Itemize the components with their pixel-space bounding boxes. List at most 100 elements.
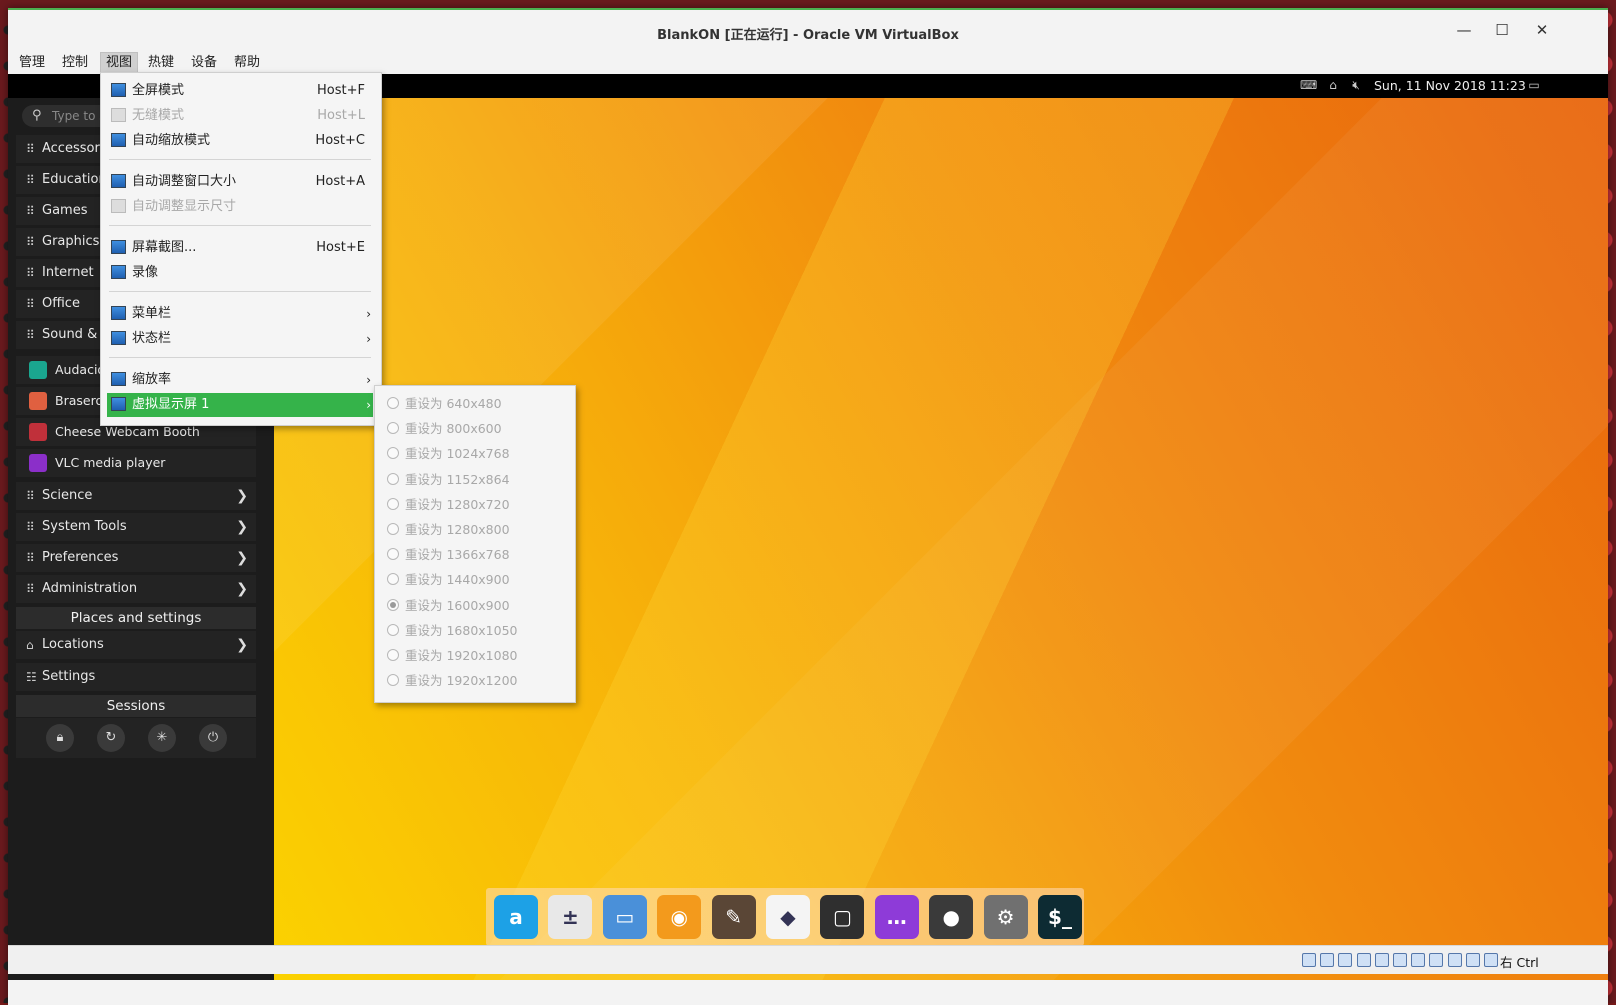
chat-icon[interactable]: … xyxy=(874,895,919,939)
cheese-icon xyxy=(29,423,47,441)
status-device-icon[interactable] xyxy=(1411,953,1426,967)
clock[interactable]: Sun, 11 Nov 2018 11:23 xyxy=(1374,78,1526,93)
home-icon[interactable]: ⌂ xyxy=(1325,78,1341,92)
scaled-mode-icon xyxy=(111,133,126,147)
resolution-option[interactable]: 重设为 1280x800 xyxy=(381,518,569,542)
gimp-icon[interactable]: ✎ xyxy=(711,895,756,939)
power-icon[interactable]: ⏻ xyxy=(199,724,227,752)
status-device-icon[interactable] xyxy=(1320,953,1335,967)
locations-item[interactable]: ⌂ Locations ❯ xyxy=(16,631,256,659)
category-preferences[interactable]: ⠿ Preferences ❯ xyxy=(16,544,256,572)
resolution-option[interactable]: 重设为 1152x864 xyxy=(381,468,569,492)
category-label: System Tools xyxy=(42,519,127,534)
chevron-right-icon: ❯ xyxy=(236,519,248,535)
screenshot-icon[interactable]: ● xyxy=(929,895,974,939)
menu-label: 虚拟显示屏 1 xyxy=(132,397,210,412)
minimize-button[interactable]: — xyxy=(1444,18,1484,42)
category-science[interactable]: ⠿ Science ❯ xyxy=(16,482,256,510)
menu-label: 自动缩放模式 xyxy=(132,133,211,148)
resolution-label: 重设为 1366x768 xyxy=(405,547,510,563)
menu-statusbar[interactable]: 状态栏 › xyxy=(107,327,373,351)
resolution-option[interactable]: 重设为 1440x900 xyxy=(381,568,569,592)
maximize-button[interactable]: ☐ xyxy=(1482,18,1522,42)
resolution-option[interactable]: 重设为 1920x1200 xyxy=(381,669,569,693)
status-device-icon[interactable] xyxy=(1447,953,1462,967)
suspend-icon[interactable]: ✳ xyxy=(148,724,176,752)
menu-screenshot[interactable]: 屏幕截图... Host+E xyxy=(107,236,373,260)
keyboard-icon[interactable]: ⌨ xyxy=(1300,78,1317,92)
calculator-icon[interactable]: ± xyxy=(548,895,593,939)
grid-icon: ⠿ xyxy=(26,235,35,249)
menu-separator xyxy=(109,357,371,358)
category-label: Preferences xyxy=(42,550,119,565)
resolution-label: 重设为 800x600 xyxy=(405,421,502,437)
category-administration[interactable]: ⠿ Administration ❯ xyxy=(16,575,256,603)
menu-scale-factor[interactable]: 缩放率 › xyxy=(107,368,373,392)
volume-muted-icon[interactable]: 🔇︎ xyxy=(1348,78,1364,92)
status-device-icon[interactable] xyxy=(1338,953,1353,967)
app-center-icon[interactable]: a xyxy=(494,895,538,939)
chevron-right-icon: ❯ xyxy=(236,637,248,653)
files-icon[interactable]: ▭ xyxy=(602,895,647,939)
inkscape-icon[interactable]: ◆ xyxy=(766,895,810,939)
menu-control[interactable]: 控制 xyxy=(57,53,93,73)
refresh-icon[interactable]: ↻ xyxy=(97,724,125,752)
menu-fullscreen[interactable]: 全屏模式 Host+F xyxy=(107,79,373,103)
status-device-icon[interactable] xyxy=(1393,953,1407,967)
radio-icon xyxy=(387,447,399,460)
resolution-option[interactable]: 重设为 1680x1050 xyxy=(381,619,569,643)
menubar-icon xyxy=(111,306,126,320)
system-settings-icon[interactable]: ⚙ xyxy=(983,895,1028,939)
menu-scaled[interactable]: 自动缩放模式 Host+C xyxy=(107,129,373,153)
status-device-icon[interactable] xyxy=(1465,953,1480,967)
menu-label: 自动调整显示尺寸 xyxy=(132,199,237,214)
locations-label: Locations xyxy=(42,637,104,652)
resolution-option[interactable]: 重设为 1600x900 xyxy=(381,594,569,618)
resolution-option[interactable]: 重设为 1920x1080 xyxy=(381,644,569,668)
libreoffice-icon[interactable]: ▢ xyxy=(820,895,865,939)
status-device-icon[interactable] xyxy=(1484,953,1498,967)
terminal-icon[interactable]: $_ xyxy=(1038,895,1082,939)
resolution-label: 重设为 1440x900 xyxy=(405,572,510,588)
statusbar-icon xyxy=(111,331,126,345)
menu-label: 全屏模式 xyxy=(132,83,185,98)
status-device-icon[interactable] xyxy=(1356,953,1371,967)
menu-devices[interactable]: 设备 xyxy=(186,53,222,73)
status-device-icon[interactable] xyxy=(1429,953,1444,967)
menu-adjust-window[interactable]: 自动调整窗口大小 Host+A xyxy=(107,170,373,194)
audacious-icon xyxy=(29,361,47,379)
resolution-option[interactable]: 重设为 1366x768 xyxy=(381,543,569,567)
menu-help[interactable]: 帮助 xyxy=(229,53,265,73)
radio-icon xyxy=(387,422,399,435)
dock: a ± ▭ ◉ ✎ ◆ ▢… ● ⚙ $_ xyxy=(486,888,1084,946)
radio-icon xyxy=(387,472,399,485)
firefox-icon[interactable]: ◉ xyxy=(657,895,702,939)
menu-hotkeys[interactable]: 热键 xyxy=(143,53,179,73)
lock-icon[interactable]: 🔒︎ xyxy=(46,724,74,752)
resolution-option[interactable]: 重设为 1024x768 xyxy=(381,442,569,466)
app-vlc[interactable]: VLC media player xyxy=(16,449,256,477)
menu-separator xyxy=(109,225,371,226)
menu-menubar[interactable]: 菜单栏 › xyxy=(107,302,373,326)
status-device-icon[interactable] xyxy=(1302,953,1316,967)
resolution-option[interactable]: 重设为 640x480 xyxy=(381,392,569,416)
vlc-icon xyxy=(29,454,47,472)
menu-machine[interactable]: 管理 xyxy=(14,53,50,73)
status-device-icon[interactable] xyxy=(1374,953,1389,967)
search-icon: ⚲ xyxy=(32,108,42,123)
menu-virtual-screen-1[interactable]: 虚拟显示屏 1 › xyxy=(107,393,373,417)
window-icon[interactable]: ▭ xyxy=(1526,78,1542,92)
radio-icon xyxy=(387,397,399,409)
menu-view[interactable]: 视图 xyxy=(100,52,139,74)
settings-item[interactable]: ☷ Settings xyxy=(16,663,256,691)
session-buttons: 🔒︎ ↻ ✳ ⏻ xyxy=(16,718,256,758)
category-label: Graphics xyxy=(42,234,100,249)
menu-shortcut: Host+A xyxy=(315,174,365,189)
close-button[interactable]: ✕ xyxy=(1522,18,1562,42)
resolution-label: 重设为 1280x800 xyxy=(405,522,510,537)
window-title: BlankON [正在运行] - Oracle VM VirtualBox xyxy=(657,28,959,43)
resolution-option[interactable]: 重设为 1280x720 xyxy=(381,493,569,517)
menu-recording[interactable]: 录像 xyxy=(107,261,373,285)
resolution-option[interactable]: 重设为 800x600 xyxy=(381,417,569,441)
category-system-tools[interactable]: ⠿ System Tools ❯ xyxy=(16,513,256,541)
